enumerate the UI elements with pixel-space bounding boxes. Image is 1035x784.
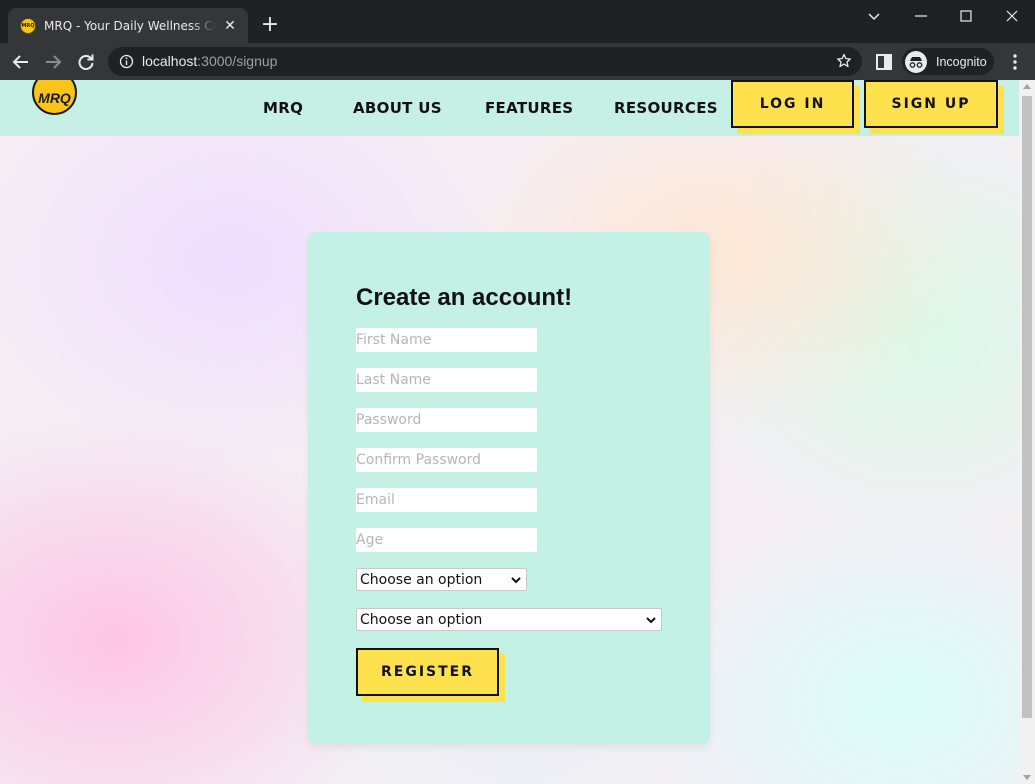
nav-link-about-us[interactable]: ABOUT US bbox=[353, 99, 442, 117]
nav-link-resources[interactable]: RESOURCES bbox=[614, 99, 718, 117]
browser-tab-strip: MRQ MRQ - Your Daily Wellness Companion … bbox=[0, 0, 1035, 43]
option-select-1-value: Choose an option bbox=[360, 571, 483, 588]
bookmark-star-icon[interactable] bbox=[836, 53, 852, 69]
page-viewport: MRQ MRQ ABOUT US FEATURES RESOURCES LOG … bbox=[0, 80, 1019, 784]
back-arrow-icon[interactable] bbox=[10, 51, 32, 73]
incognito-indicator[interactable]: Incognito bbox=[902, 48, 994, 75]
browser-toolbar: localhost:3000/signup Incognito bbox=[0, 43, 1035, 80]
scrollbar-thumb[interactable] bbox=[1022, 96, 1032, 718]
minimize-icon[interactable] bbox=[911, 6, 931, 26]
option-select-2[interactable]: Choose an option bbox=[356, 608, 662, 631]
tab-search-chevron-icon[interactable] bbox=[864, 6, 884, 26]
maximize-icon[interactable] bbox=[956, 6, 976, 26]
login-button[interactable]: LOG IN bbox=[731, 80, 854, 128]
register-button[interactable]: REGISTER bbox=[356, 648, 499, 696]
first-name-input[interactable] bbox=[356, 328, 537, 352]
site-navbar: MRQ MRQ ABOUT US FEATURES RESOURCES LOG … bbox=[0, 80, 1019, 136]
option-select-1[interactable]: Choose an option bbox=[356, 568, 527, 591]
mrq-logo[interactable]: MRQ bbox=[32, 80, 77, 115]
page-scrollbar[interactable] bbox=[1019, 80, 1035, 784]
forward-arrow-icon[interactable] bbox=[42, 51, 64, 73]
kebab-menu-icon[interactable] bbox=[1004, 51, 1026, 73]
password-input[interactable] bbox=[356, 408, 537, 432]
browser-tab[interactable]: MRQ MRQ - Your Daily Wellness Companion … bbox=[8, 8, 248, 43]
signup-button[interactable]: SIGN UP bbox=[864, 80, 998, 128]
nav-link-features[interactable]: FEATURES bbox=[485, 99, 573, 117]
reload-icon[interactable] bbox=[75, 51, 97, 73]
confirm-password-input[interactable] bbox=[356, 448, 537, 472]
url-text: localhost:3000/signup bbox=[142, 53, 278, 69]
scroll-up-arrow-icon[interactable] bbox=[1023, 84, 1031, 89]
mrq-favicon-icon: MRQ bbox=[20, 17, 36, 34]
window-close-icon[interactable] bbox=[1002, 6, 1022, 26]
email-input[interactable] bbox=[356, 488, 537, 512]
last-name-input[interactable] bbox=[356, 368, 537, 392]
nav-link-mrq[interactable]: MRQ bbox=[263, 99, 303, 117]
chevron-down-icon bbox=[508, 572, 524, 588]
new-tab-plus-icon[interactable]: + bbox=[259, 14, 281, 36]
age-input[interactable] bbox=[356, 528, 537, 552]
option-select-2-value: Choose an option bbox=[360, 611, 483, 628]
side-panel-icon[interactable] bbox=[873, 51, 895, 73]
tab-title: MRQ - Your Daily Wellness Companion bbox=[44, 18, 216, 33]
incognito-icon bbox=[905, 50, 927, 73]
tab-close-icon[interactable]: ✕ bbox=[222, 18, 238, 34]
site-info-icon[interactable] bbox=[119, 54, 134, 69]
form-title: Create an account! bbox=[356, 284, 573, 311]
chevron-down-icon bbox=[643, 612, 659, 628]
incognito-label: Incognito bbox=[936, 54, 987, 69]
address-bar[interactable]: localhost:3000/signup bbox=[108, 47, 862, 76]
signup-card: Create an account! Choose an option Choo… bbox=[308, 232, 710, 744]
scroll-down-arrow-icon[interactable] bbox=[1023, 775, 1031, 780]
